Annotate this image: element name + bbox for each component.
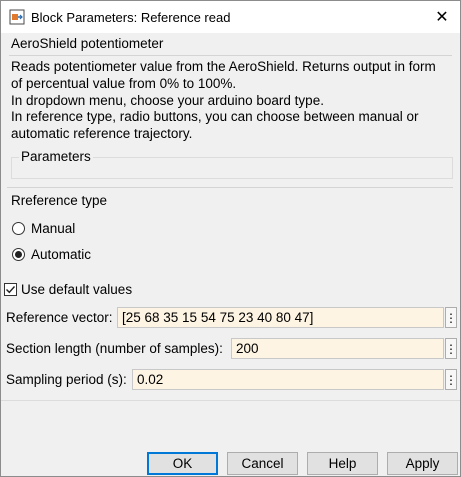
section-divider: [9, 55, 452, 56]
reference-vector-menu-button[interactable]: ⋮: [445, 307, 457, 328]
bottom-divider: [1, 400, 460, 401]
sampling-period-label: Sampling period (s):: [6, 372, 127, 387]
reference-type-title: Rreference type: [11, 193, 108, 208]
radio-automatic[interactable]: Automatic: [12, 247, 91, 262]
use-default-values-label: Use default values: [21, 282, 133, 297]
description-line: Reads potentiometer value from the AeroS…: [11, 59, 436, 74]
close-button[interactable]: ✕: [429, 6, 455, 28]
radio-button-checked[interactable]: [12, 248, 25, 261]
dialog-window: Block Parameters: Reference read ✕ AeroS…: [0, 0, 461, 477]
description-line: In dropdown menu, choose your arduino bo…: [11, 92, 324, 108]
more-options-icon: ⋮: [445, 310, 457, 325]
cancel-button[interactable]: Cancel: [227, 452, 298, 475]
checkbox-checked-icon[interactable]: [4, 283, 17, 296]
title-bar[interactable]: Block Parameters: Reference read ✕: [1, 1, 460, 33]
section-length-menu-button[interactable]: ⋮: [445, 338, 457, 359]
radio-manual[interactable]: Manual: [12, 221, 75, 236]
radio-manual-label: Manual: [31, 221, 76, 236]
reference-vector-input[interactable]: [25 68 35 15 54 75 23 40 80 47]: [117, 307, 444, 328]
more-options-icon: ⋮: [445, 341, 457, 356]
radio-button-unchecked[interactable]: [12, 222, 25, 235]
window-title: Block Parameters: Reference read: [31, 10, 231, 25]
sampling-period-menu-button[interactable]: ⋮: [445, 369, 457, 390]
reference-vector-label: Reference vector:: [6, 310, 113, 325]
description-line: automatic reference trajectory.: [11, 126, 193, 142]
description-line: In reference type, radio buttons, you ca…: [11, 109, 419, 125]
radio-automatic-label: Automatic: [31, 247, 92, 262]
section-length-input[interactable]: 200: [231, 338, 444, 359]
apply-button[interactable]: Apply: [387, 452, 458, 475]
more-options-icon: ⋮: [445, 372, 457, 387]
ok-button[interactable]: OK: [147, 452, 218, 475]
parameters-group-title: Parameters: [19, 149, 93, 164]
use-default-values-checkbox[interactable]: Use default values: [4, 282, 132, 297]
mask-section-title: AeroShield potentiometer: [11, 36, 164, 51]
description-line: of percentual value from 0% to 100%.: [11, 75, 237, 91]
simulink-block-icon: [9, 9, 25, 25]
help-button[interactable]: Help: [307, 452, 378, 475]
close-icon: ✕: [435, 9, 449, 26]
mask-description: Reads potentiometer value from the AeroS…: [11, 59, 451, 143]
sampling-period-input[interactable]: 0.02: [132, 369, 444, 390]
section-length-label: Section length (number of samples):: [6, 341, 223, 356]
